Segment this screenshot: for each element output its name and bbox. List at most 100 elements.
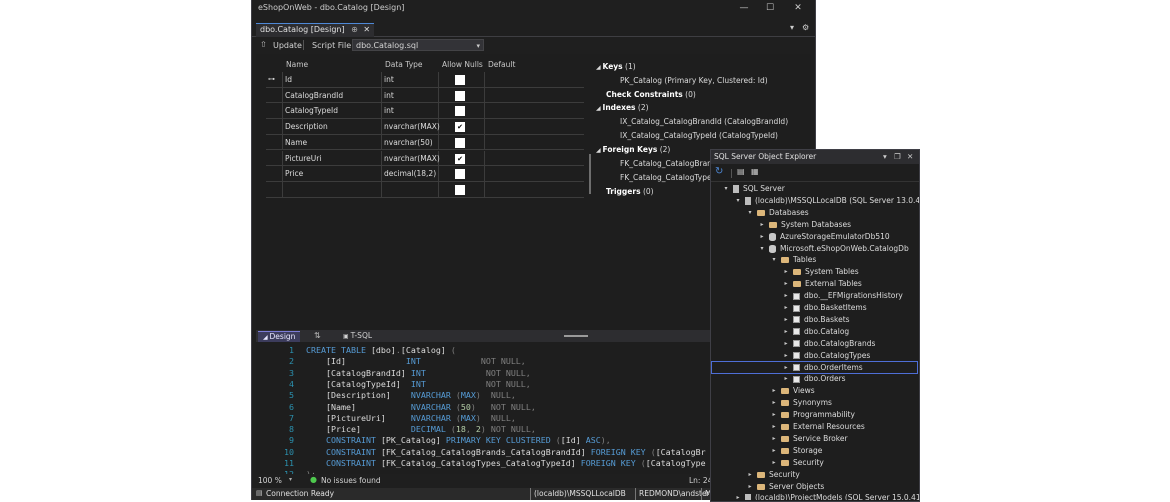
- grid-row[interactable]: Name nvarchar(50): [266, 134, 584, 151]
- collapsed-arrow-icon[interactable]: ▸: [782, 364, 790, 371]
- indexes-group[interactable]: ◢ Indexes (2): [596, 103, 649, 112]
- grid-row[interactable]: ⊶ Id int: [266, 72, 584, 88]
- grid-row[interactable]: CatalogBrandId int: [266, 87, 584, 104]
- collapsed-arrow-icon[interactable]: ▸: [782, 268, 790, 275]
- allow-nulls-checkbox[interactable]: [455, 106, 465, 117]
- column-name-cell[interactable]: PictureUri: [285, 154, 321, 163]
- foreign-key-entry[interactable]: FK_Catalog_CatalogBrands: [620, 159, 721, 168]
- column-name-cell[interactable]: Description: [285, 122, 328, 131]
- grid-row[interactable]: PictureUri nvarchar(MAX) ✔: [266, 150, 584, 167]
- tree-node[interactable]: ▸ dbo.CatalogTypes: [712, 350, 917, 362]
- data-type-cell[interactable]: decimal(18,2): [384, 169, 436, 178]
- grid-row[interactable]: Description nvarchar(MAX) ✔: [266, 119, 584, 135]
- collapsed-arrow-icon[interactable]: ▸: [770, 447, 778, 454]
- collapsed-arrow-icon[interactable]: ▸: [782, 280, 790, 287]
- tab-dbo-catalog-design[interactable]: dbo.Catalog [Design] ⊕ ✕: [256, 23, 375, 37]
- maximize-button[interactable]: ☐: [762, 2, 778, 14]
- collapsed-arrow-icon[interactable]: ▸: [758, 221, 766, 228]
- restore-icon[interactable]: ❐: [894, 150, 901, 164]
- collapsed-arrow-icon[interactable]: ▸: [758, 233, 766, 240]
- tree-node[interactable]: ▸ System Databases: [712, 219, 917, 231]
- zoom-level[interactable]: 100 %: [258, 476, 282, 485]
- allow-nulls-checkbox[interactable]: [455, 137, 465, 148]
- explorer-menu-icon[interactable]: ▾: [883, 150, 887, 164]
- tree-node[interactable]: ▸ Service Broker: [712, 433, 917, 445]
- column-name-cell[interactable]: Id: [285, 75, 292, 84]
- collapsed-arrow-icon[interactable]: ▸: [782, 304, 790, 311]
- pin-icon[interactable]: ⊕: [351, 25, 358, 34]
- tree-node[interactable]: ▸ Synonyms: [712, 397, 917, 409]
- minimize-button[interactable]: —: [736, 2, 752, 14]
- data-type-cell[interactable]: int: [384, 75, 394, 84]
- allow-nulls-checkbox[interactable]: ✔: [455, 153, 465, 164]
- collapsed-arrow-icon[interactable]: ▸: [782, 352, 790, 359]
- line-indicator[interactable]: Ln: 24: [689, 476, 712, 485]
- refresh-icon[interactable]: ↻: [715, 166, 723, 177]
- data-type-cell[interactable]: int: [384, 91, 394, 100]
- splitter-grip[interactable]: [564, 335, 588, 337]
- column-name-cell[interactable]: CatalogBrandId: [285, 91, 343, 100]
- allow-nulls-checkbox[interactable]: [455, 169, 465, 180]
- allow-nulls-checkbox[interactable]: [455, 184, 465, 195]
- tree-node[interactable]: ▾ Tables: [712, 254, 917, 266]
- allow-nulls-checkbox[interactable]: [455, 75, 465, 85]
- tree-node[interactable]: ▸ dbo.CatalogBrands: [712, 338, 917, 350]
- tree-node[interactable]: ▾ SQL Server: [712, 183, 917, 195]
- data-type-cell[interactable]: nvarchar(50): [384, 138, 433, 147]
- swap-panes-icon[interactable]: ⇅: [314, 331, 321, 340]
- column-name-cell[interactable]: Name: [285, 138, 307, 147]
- collapsed-arrow-icon[interactable]: ▸: [770, 435, 778, 442]
- grid-header-default[interactable]: Default: [488, 60, 515, 69]
- tree-node[interactable]: ▸ System Tables: [712, 266, 917, 278]
- collapsed-arrow-icon[interactable]: ▸: [770, 399, 778, 406]
- foreign-key-entry[interactable]: FK_Catalog_CatalogTypes_: [620, 173, 719, 182]
- code-line[interactable]: 8 [Price] DECIMAL (18, 2) NOT NULL,: [256, 424, 536, 435]
- server-name[interactable]: (localdb)\MSSQLLocalDB: [534, 489, 626, 498]
- code-line[interactable]: 1 CREATE TABLE [dbo].[Catalog] (: [256, 345, 456, 356]
- grid-header-allow-nulls[interactable]: Allow Nulls: [442, 60, 483, 69]
- tree-node[interactable]: ▸ External Tables: [712, 278, 917, 290]
- index-entry[interactable]: IX_Catalog_CatalogBrandId (CatalogBrandI…: [620, 117, 788, 126]
- collapsed-arrow-icon[interactable]: ▸: [770, 459, 778, 466]
- data-type-cell[interactable]: nvarchar(MAX): [384, 154, 440, 163]
- gear-icon[interactable]: ⚙: [802, 23, 809, 32]
- update-button[interactable]: Update: [273, 41, 302, 50]
- collapsed-arrow-icon[interactable]: ▸: [770, 423, 778, 430]
- tree-node-selected[interactable]: ▸ dbo.OrderItems: [711, 360, 918, 375]
- tree-node[interactable]: ▾ Microsoft.eShopOnWeb.CatalogDb: [712, 243, 917, 255]
- close-button[interactable]: ✕: [790, 2, 806, 14]
- tree-node[interactable]: ▸ dbo.Baskets: [712, 314, 917, 326]
- allow-nulls-checkbox[interactable]: [455, 90, 465, 101]
- data-type-cell[interactable]: nvarchar(MAX): [384, 122, 440, 131]
- grid-row[interactable]: [266, 181, 584, 198]
- expanded-arrow-icon[interactable]: ▾: [722, 185, 730, 192]
- grid-row[interactable]: CatalogTypeId int: [266, 103, 584, 120]
- tab-close-icon[interactable]: ✕: [363, 25, 370, 34]
- tree-node[interactable]: ▸ (localdb)\ProjectModels (SQL Server 15.…: [712, 492, 919, 500]
- check-constraints-group[interactable]: Check Constraints (0): [606, 90, 696, 99]
- code-line[interactable]: 5 [Description] NVARCHAR (MAX) NULL,: [256, 390, 516, 401]
- tree-node[interactable]: ▸ AzureStorageEmulatorDb510: [712, 231, 917, 243]
- grid-scrollbar-thumb[interactable]: [589, 154, 591, 194]
- tree-node[interactable]: ▸ Programmability: [712, 409, 917, 421]
- tree-node[interactable]: ▸ External Resources: [712, 421, 917, 433]
- tree-node[interactable]: ▸ Security: [712, 457, 917, 469]
- index-entry[interactable]: IX_Catalog_CatalogTypeId (CatalogTypeId): [620, 131, 778, 140]
- code-line[interactable]: 10 CONSTRAINT [FK_Catalog_CatalogBrands_…: [256, 447, 706, 458]
- grid-header-name[interactable]: Name: [286, 60, 308, 69]
- grid-row[interactable]: Price decimal(18,2): [266, 166, 584, 182]
- tsql-pane-tab[interactable]: ▣ T-SQL: [338, 331, 377, 342]
- tree-node[interactable]: ▸ Security: [712, 469, 917, 481]
- filter-settings-icon[interactable]: ▦: [751, 167, 759, 176]
- column-name-cell[interactable]: Price: [285, 169, 303, 178]
- expanded-arrow-icon[interactable]: ▾: [734, 197, 742, 204]
- foreign-keys-group[interactable]: ◢ Foreign Keys (2): [596, 145, 670, 154]
- code-line[interactable]: 4 [CatalogTypeId] INT NOT NULL,: [256, 379, 531, 390]
- expanded-arrow-icon[interactable]: ▾: [758, 245, 766, 252]
- expanded-arrow-icon[interactable]: ▾: [746, 209, 754, 216]
- pk-entry[interactable]: PK_Catalog (Primary Key, Clustered: Id): [620, 76, 768, 85]
- issues-status[interactable]: No issues found: [321, 476, 381, 485]
- tree-node[interactable]: ▸ dbo.Orders: [712, 373, 917, 385]
- user-name[interactable]: REDMOND\andster: [639, 489, 710, 498]
- tree-node[interactable]: ▸ Storage: [712, 445, 917, 457]
